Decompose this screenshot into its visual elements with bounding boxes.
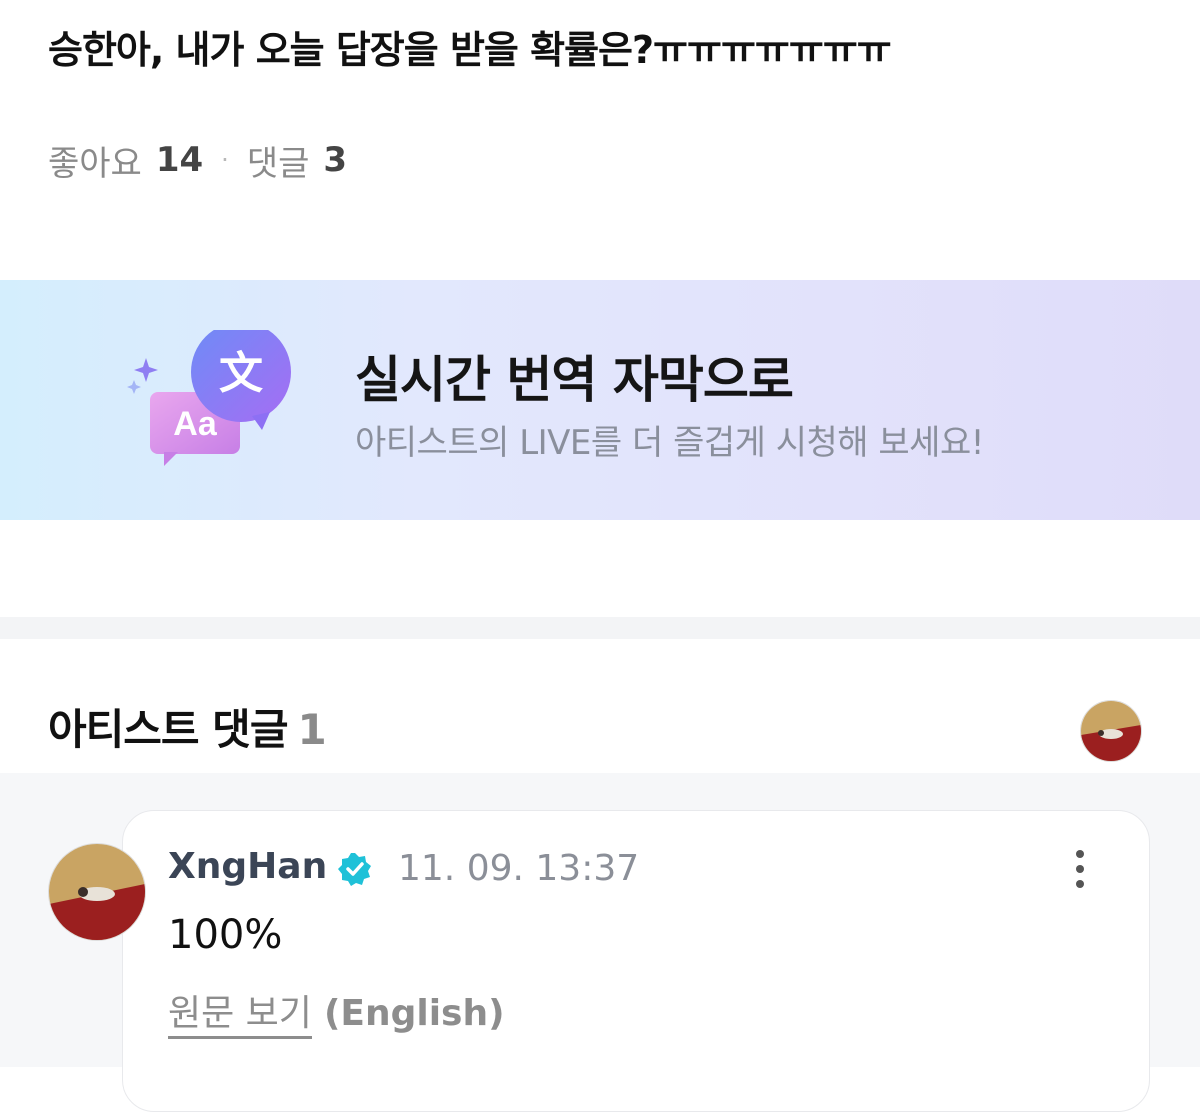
comments-count: 3 [323,140,348,180]
likes-count: 14 [155,140,204,180]
translation-banner[interactable]: Aa 文 실시간 번역 자막으로 아티스트의 LIVE를 더 즐겁게 시청해 보… [0,280,1200,520]
likes-label[interactable]: 좋아요 [48,136,142,185]
comments-label[interactable]: 댓글 [247,136,310,185]
original-language: (English) [323,993,505,1034]
translate-icon: Aa 文 [127,330,291,466]
more-options-icon[interactable] [1064,848,1096,890]
sparkle-icon [134,358,158,382]
comment-timestamp: 11. 09. 13:37 [398,848,640,889]
artist-comments-count: 1 [297,705,326,754]
artist-avatar[interactable] [1080,700,1142,762]
avatar-image [1081,701,1141,761]
view-original-link[interactable]: 원문 보기 [168,993,312,1039]
comment-author[interactable]: XngHan [168,846,327,887]
section-divider [0,617,1200,639]
banner-title: 실시간 번역 자막으로 [355,351,794,409]
stats-separator: · [221,146,229,174]
banner-subtitle: 아티스트의 LIVE를 더 즐겁게 시청해 보세요! [355,423,984,463]
post-title: 승한아, 내가 오늘 답장을 받을 확률은?ㅠㅠㅠㅠㅠㅠㅠ [48,28,892,72]
verified-badge-icon [338,853,371,886]
view-original: 원문 보기 (English) [168,984,505,1039]
comment-avatar[interactable] [48,843,146,941]
avatar-image [49,844,145,940]
svg-text:文: 文 [219,348,263,399]
post-stats: 좋아요 14 · 댓글 3 [48,134,347,186]
artist-comments-heading: 아티스트 댓글 1 [48,705,327,754]
sparkle-small-icon [127,380,141,394]
comment-body: 100% [168,912,283,958]
